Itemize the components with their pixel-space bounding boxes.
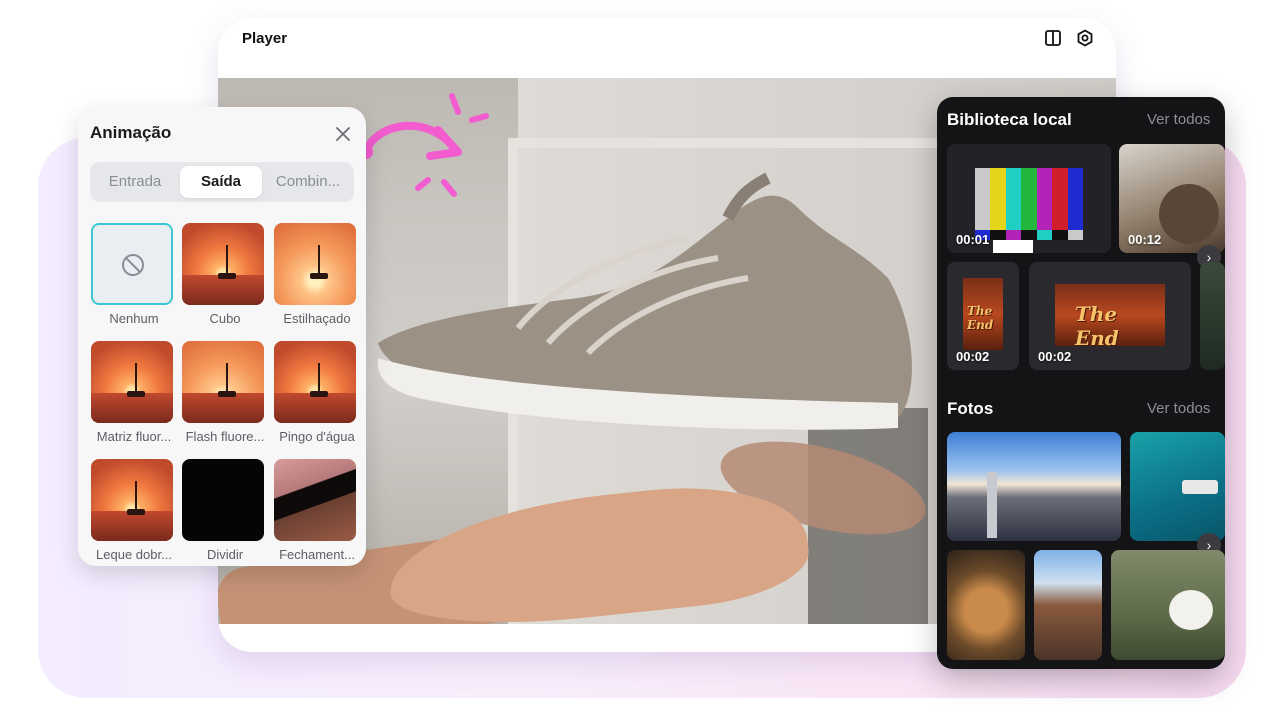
tab-saida[interactable]: Saída [180,166,262,198]
color-bars-white [993,240,1033,253]
close-icon[interactable] [334,125,352,143]
animation-option-label: Dividir [206,547,244,562]
photo-street[interactable] [1034,550,1102,660]
animation-option-dividir[interactable]: Dividir [182,459,266,562]
player-title: Player [242,30,288,47]
animation-thumb [182,223,264,305]
animation-thumb [91,223,173,305]
tab-entrada[interactable]: Entrada [94,166,176,198]
animation-panel-title: Animação [90,123,172,142]
animation-option-fechamento[interactable]: Fechament... [274,459,358,562]
color-bars-bottom [975,230,1083,240]
animation-thumb [91,341,173,423]
video-card[interactable]: 00:01 [947,144,1111,253]
animation-thumb [182,341,264,423]
the-end-thumb: The End [1055,284,1165,350]
animation-option-label: Leque dobr... [96,547,172,562]
boat-shape [1182,480,1218,494]
animation-option-label: Flash fluore... [185,429,265,444]
video-duration: 00:01 [956,232,990,247]
local-library-title: Biblioteca local [947,110,1072,129]
photos-title: Fotos [947,399,994,418]
animation-option-label: Nenhum [109,311,159,326]
animation-thumb [274,223,356,305]
animal-shape [1159,184,1219,244]
animation-option-label: Estilhaçado [283,311,351,326]
photo-tacos[interactable] [947,550,1025,660]
animation-panel: Animação Entrada Saída Combin... Nenhum … [78,107,366,566]
settings-icon[interactable] [1076,29,1094,47]
animation-thumb [182,459,264,541]
animation-option-pingo[interactable]: Pingo d'água [274,341,358,444]
animation-thumb [91,459,173,541]
photo-puppy[interactable] [1111,550,1225,660]
animation-option-leque[interactable]: Leque dobr... [91,459,175,562]
the-end-thumb: The End [963,278,1003,350]
animation-tabs: Entrada Saída Combin... [90,162,354,202]
video-card[interactable]: The End 00:02 [1029,262,1191,370]
local-library-see-all-link[interactable]: Ver todos [1147,111,1210,128]
animation-option-label: Matriz fluor... [96,429,172,444]
animation-option-flash[interactable]: Flash fluore... [182,341,266,444]
player-header: Player [218,18,1116,60]
video-card[interactable]: 00:12 [1119,144,1225,253]
animation-option-cubo[interactable]: Cubo [182,223,266,326]
animation-option-label: Cubo [209,311,241,326]
animation-option-estilhacado[interactable]: Estilhaçado [274,223,358,326]
none-icon [122,254,144,276]
puppy-shape [1169,590,1213,630]
video-card[interactable]: The End 00:02 [947,262,1019,370]
the-end-text: The End [1075,302,1119,350]
photo-city-skyline[interactable] [947,432,1121,541]
animation-option-label: Fechament... [279,547,355,562]
video-duration: 00:02 [1038,349,1072,364]
photo-boat-sea[interactable] [1130,432,1225,541]
the-end-text: The End [967,304,994,332]
photos-see-all-link[interactable]: Ver todos [1147,400,1210,417]
tower [987,472,997,538]
color-bars-thumb [975,168,1083,230]
video-card-partial[interactable] [1200,262,1225,370]
animation-option-matriz[interactable]: Matriz fluor... [91,341,175,444]
split-view-icon[interactable] [1044,29,1062,47]
animation-option-label: Pingo d'água [279,429,355,444]
video-duration: 00:02 [956,349,990,364]
library-panel: Biblioteca local Ver todos 00:01 00:12 ›… [937,97,1225,669]
animation-option-nenhum[interactable]: Nenhum [91,223,175,326]
animation-thumb [274,341,356,423]
arrow-doodle-icon [360,93,489,197]
animation-thumb [274,459,356,541]
tab-combinado[interactable]: Combin... [266,166,350,198]
video-duration: 00:12 [1128,232,1162,247]
